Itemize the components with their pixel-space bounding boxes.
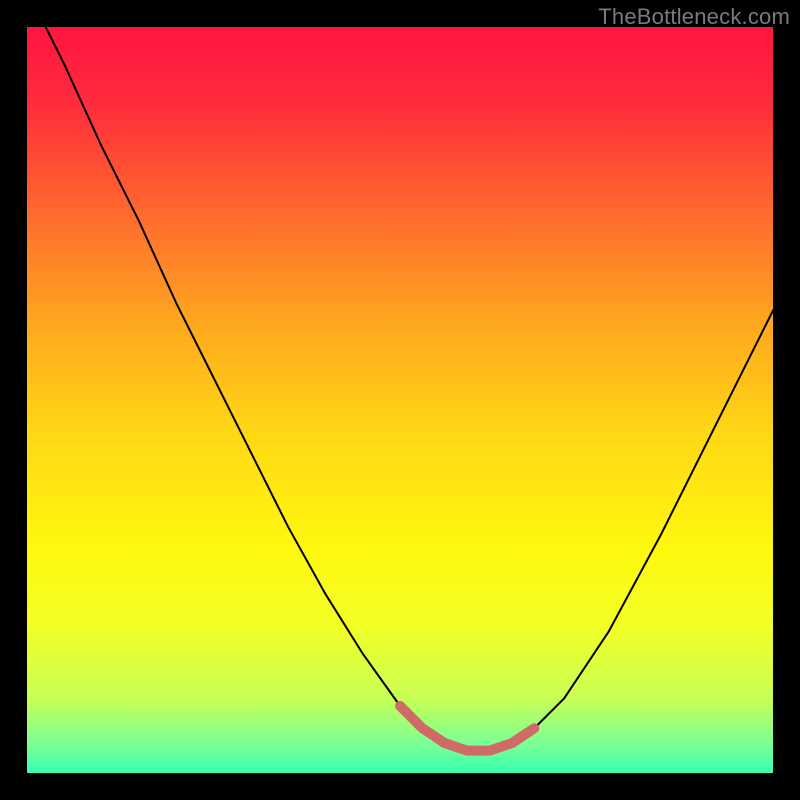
plot-area — [27, 27, 773, 773]
gradient-background — [27, 27, 773, 773]
chart-frame: TheBottleneck.com — [0, 0, 800, 800]
chart-svg — [27, 27, 773, 773]
